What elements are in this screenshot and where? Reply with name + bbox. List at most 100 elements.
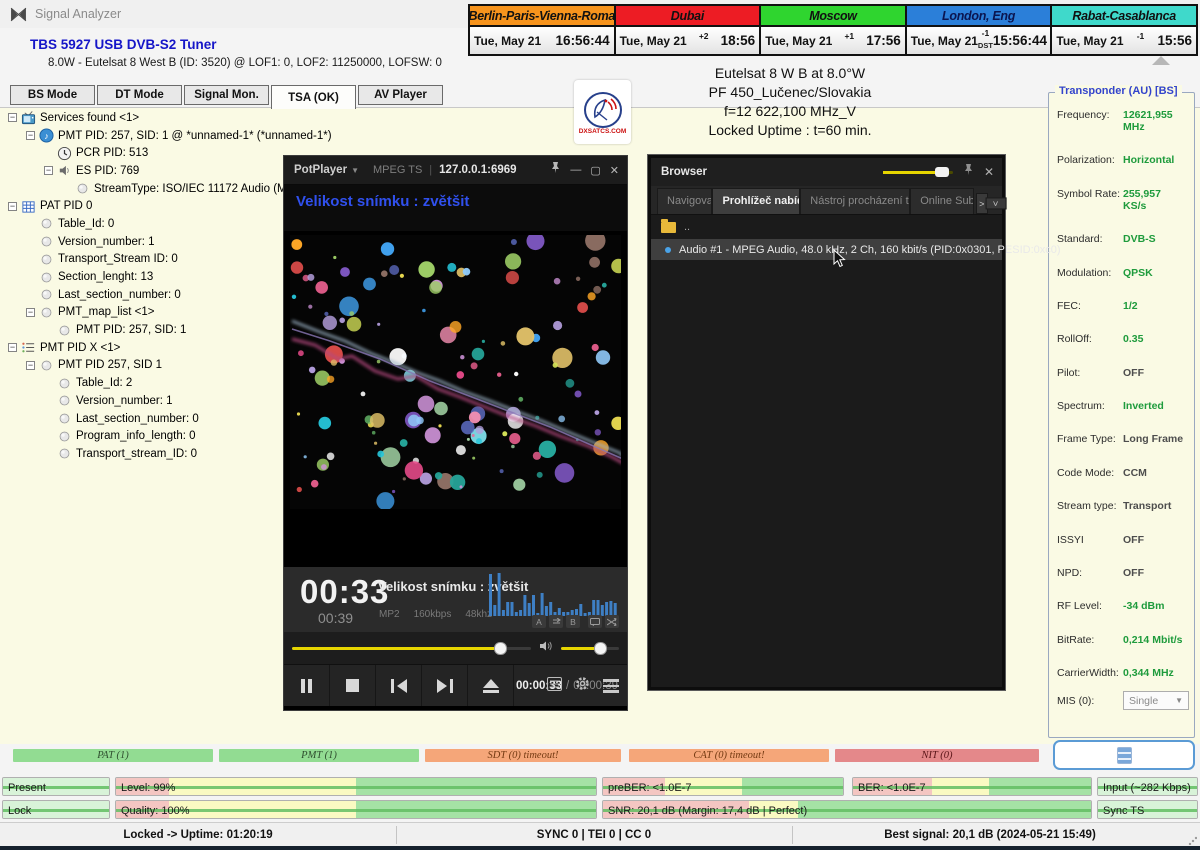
browser-tab-online-subs[interactable]: Online Subs (910, 188, 973, 214)
psi-cat-0-timeout: CAT (0) timeout! (629, 749, 829, 762)
browser-tab-navigovat[interactable]: Navigovat (657, 188, 712, 214)
player-info-panel: 00:33 00:39 Velikost snímku : zvětšit MP… (284, 567, 627, 632)
seek-knob[interactable] (494, 642, 507, 655)
up-directory: .. (684, 221, 690, 233)
tree-expander[interactable]: − (26, 131, 35, 140)
repeat-a-button[interactable]: A (532, 615, 546, 628)
tree-item[interactable]: − PMT_map_list <1> (4, 304, 282, 322)
browser-opacity-slider[interactable] (883, 171, 953, 174)
tree-item[interactable]: StreamType: ISO/IEC 11172 Audio (MPEG-1)… (4, 180, 282, 198)
tree-expander[interactable]: − (8, 113, 17, 122)
meter-input-282-kbps: Input (~282 Kbps) (1097, 777, 1198, 796)
potplayer-titlebar[interactable]: PotPlayer▼ MPEG TS | 127.0.0.1:6969 — ▢ … (284, 156, 627, 185)
speaker-icon[interactable] (539, 639, 553, 657)
tree-item[interactable]: Program_info_length: 0 (4, 427, 282, 445)
gear-icon[interactable] (575, 676, 590, 696)
pause-button[interactable] (284, 665, 330, 706)
tabs-dropdown-icon[interactable]: > (985, 197, 1006, 209)
pin-icon[interactable] (963, 163, 974, 181)
tree-item[interactable]: PMT PID: 257, SID: 1 (4, 321, 282, 339)
meter-preber-1-0e-7: preBER: <1.0E-7 (602, 777, 844, 796)
tree-item[interactable]: −PMT PID 257, SID 1 (4, 357, 282, 375)
folder-up-row[interactable]: .. (651, 215, 1002, 239)
tree-item-label: Last_section_number: 0 (58, 289, 181, 301)
browser-titlebar[interactable]: Browser ✕ (651, 158, 1002, 186)
tree-item[interactable]: Last_section_number: 0 (4, 410, 282, 428)
close-icon[interactable]: ✕ (610, 164, 619, 177)
transponder-row-fec: FEC:1/2 (1057, 300, 1185, 312)
tab-dt-mode[interactable]: DT Mode (97, 85, 182, 105)
tree-item[interactable]: PCR PID: 513 (4, 144, 282, 162)
subtitle-icon[interactable] (588, 615, 602, 628)
transponder-row-rolloff: RollOff:0.35 (1057, 333, 1185, 345)
tab-tsa-ok[interactable]: TSA (OK) (271, 85, 356, 109)
playlist-icon[interactable] (547, 677, 562, 696)
mis-dropdown[interactable]: Single ▼ (1123, 691, 1189, 710)
folder-icon (661, 222, 676, 233)
clock-column-london-eng: London, EngTue, May 21-1DST15:56:44 (907, 6, 1053, 54)
repeat-b-button[interactable]: B (566, 615, 580, 628)
tree-expander[interactable]: − (26, 308, 35, 317)
tree-item[interactable]: −PAT PID 0 (4, 197, 282, 215)
eject-button[interactable] (468, 665, 514, 706)
seek-bar[interactable] (292, 647, 531, 650)
tree-expander[interactable]: − (26, 361, 35, 370)
info-line-uptime: Locked Uptime : t=60 min. (590, 121, 990, 140)
browser-tab-n-stroj-proch-zen-titulk[interactable]: Nástroj procházení titulků (800, 188, 910, 214)
music-icon: ♪ (39, 128, 54, 143)
leaf-icon (39, 252, 54, 267)
transponder-value: QPSK (1123, 267, 1153, 279)
transponder-value: Transport (1123, 500, 1171, 512)
status-best-signal: Best signal: 20,1 dB (2024-05-21 15:49) (792, 823, 1188, 847)
repeat-arrow-icon[interactable] (549, 615, 563, 628)
tree-item[interactable]: Transport_Stream ID: 0 (4, 251, 282, 269)
transponder-label: Frame Type: (1057, 433, 1123, 445)
tv-icon (21, 110, 36, 125)
tree-item[interactable]: Section_lenght: 13 (4, 268, 282, 286)
tree-item[interactable]: −ES PID: 769 (4, 162, 282, 180)
close-icon[interactable]: ✕ (984, 165, 994, 179)
tree-item[interactable]: Last_section_number: 0 (4, 286, 282, 304)
tree-expander[interactable]: − (44, 166, 53, 175)
tree-item[interactable]: Table_Id: 2 (4, 374, 282, 392)
menu-icon[interactable] (603, 679, 619, 693)
leaf-icon (39, 287, 54, 302)
transponder-row-npd: NPD:OFF (1057, 567, 1185, 579)
volume-slider[interactable] (561, 647, 619, 650)
tab-signal-mon[interactable]: Signal Mon. (184, 85, 269, 105)
tree-item[interactable]: −♪PMT PID: 257, SID: 1 @ *unnamed-1* (*u… (4, 127, 282, 145)
transponder-value: OFF (1123, 367, 1144, 379)
tree-item[interactable]: −Services found <1> (4, 109, 282, 127)
potplayer-menu-button[interactable]: PotPlayer▼ (294, 164, 359, 176)
video-lightning (290, 235, 621, 509)
tree-item[interactable]: Table_Id: 0 (4, 215, 282, 233)
shuffle-icon[interactable] (605, 615, 619, 628)
resize-grip[interactable] (1188, 836, 1197, 845)
volume-knob[interactable] (594, 642, 607, 655)
minimize-button[interactable]: — (570, 164, 581, 176)
tree-expander[interactable]: − (8, 343, 17, 352)
clock-date: Tue, May 21 (765, 34, 832, 48)
previous-button[interactable] (376, 665, 422, 706)
transponder-label: Pilot: (1057, 367, 1123, 379)
transponder-row-frequency: Frequency:12621,955 MHz (1057, 109, 1185, 133)
tree-item[interactable]: Version_number: 1 (4, 392, 282, 410)
maximize-button[interactable]: ▢ (590, 164, 600, 177)
tree-expander[interactable]: − (8, 202, 17, 211)
next-button[interactable] (422, 665, 468, 706)
tree-item-label: PMT_map_list <1> (58, 306, 155, 318)
transponder-row-stream-type: Stream type:Transport (1057, 500, 1185, 512)
browser-tab-prohl-e-nab-dky[interactable]: Prohlížeč nabídky (712, 188, 800, 214)
stream-list-item[interactable]: Audio #1 - MPEG Audio, 48.0 kHz, 2 Ch, 1… (651, 239, 1002, 260)
tab-av-player[interactable]: AV Player (358, 85, 443, 105)
buffer-button[interactable] (1053, 740, 1195, 770)
video-area[interactable] (284, 231, 627, 513)
pin-icon[interactable] (550, 161, 561, 179)
tree-item[interactable]: Version_number: 1 (4, 233, 282, 251)
tree-item-label: PMT PID: 257, SID: 1 (76, 324, 186, 336)
tree-item[interactable]: Transport_stream_ID: 0 (4, 445, 282, 463)
tab-bs-mode[interactable]: BS Mode (10, 85, 95, 105)
tree-item[interactable]: −PMT PID X <1> (4, 339, 282, 357)
stop-button[interactable] (330, 665, 376, 706)
buffer-icon (1117, 747, 1132, 764)
